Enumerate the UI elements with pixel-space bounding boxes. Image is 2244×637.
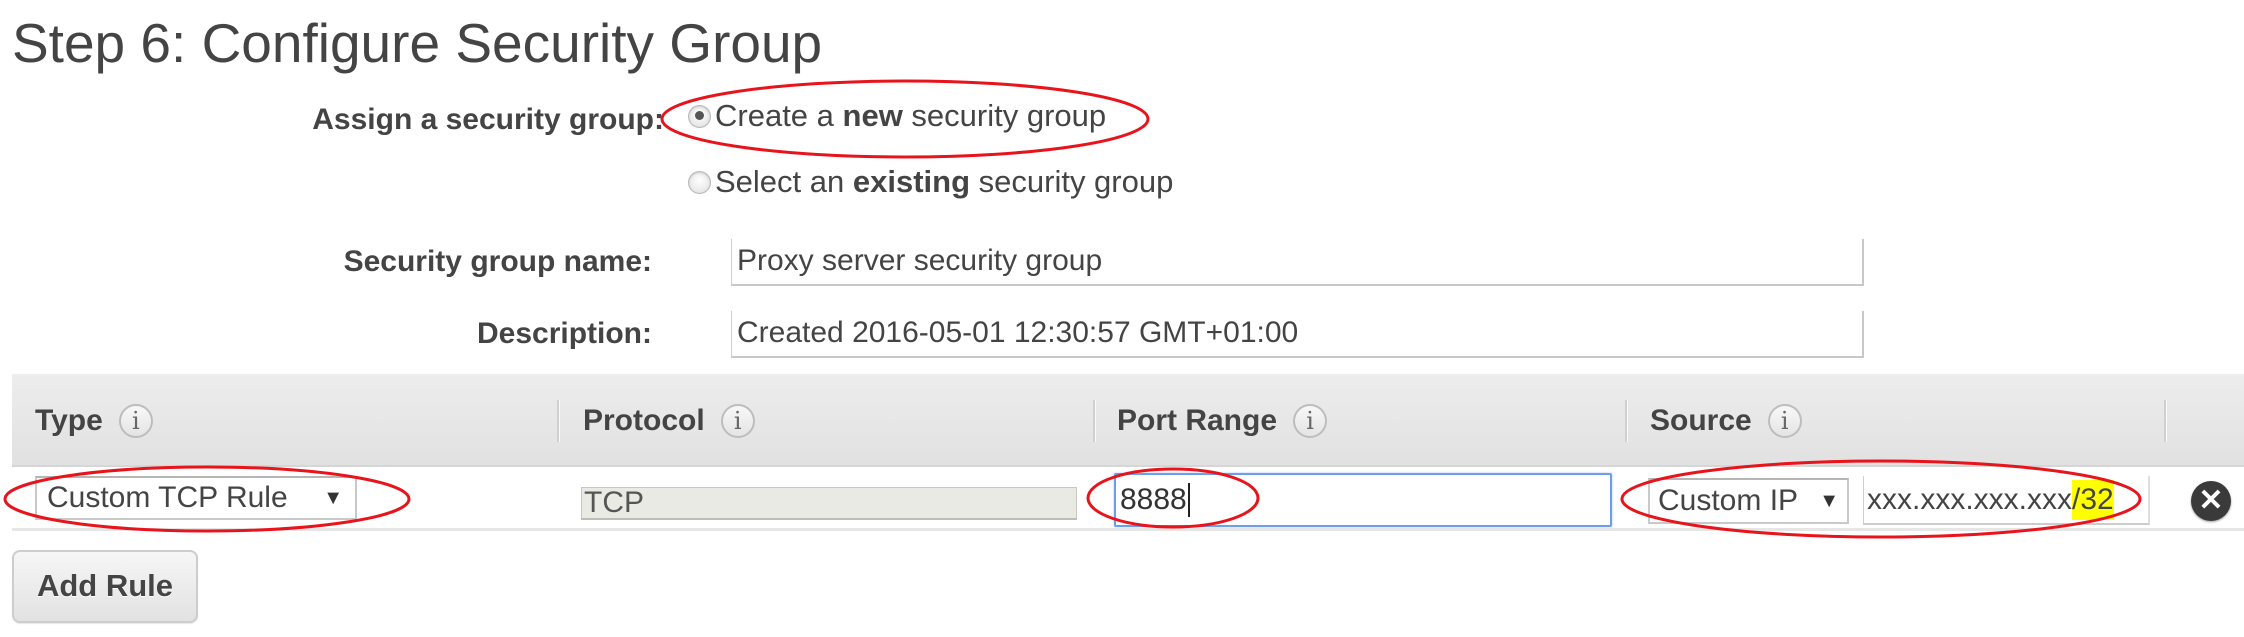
column-header-label: Protocol — [583, 403, 705, 437]
column-divider — [1625, 400, 1628, 442]
column-header-label: Source — [1650, 403, 1752, 437]
source-ip-cidr-highlight: /32 — [2072, 479, 2114, 520]
option-text: Create a — [715, 98, 843, 133]
column-header-source: Source i — [1650, 374, 1802, 467]
column-header-label: Port Range — [1117, 403, 1278, 437]
protocol-value: TCP — [584, 486, 644, 519]
info-icon[interactable]: i — [1767, 403, 1802, 438]
info-icon[interactable]: i — [118, 403, 153, 438]
source-type-value: Custom IP — [1658, 484, 1799, 517]
radio-select-existing[interactable]: Select an existing security group — [688, 164, 1173, 200]
radio-button-checked-icon[interactable] — [688, 104, 711, 128]
column-header-label: Type — [35, 403, 103, 437]
type-select-value: Custom TCP Rule — [47, 481, 288, 514]
text-cursor — [1187, 483, 1190, 517]
chevron-down-icon: ▼ — [323, 486, 343, 509]
source-ip-input[interactable]: xxx.xxx.xxx.xxx/32 — [1863, 476, 2150, 525]
column-header-protocol: Protocol i — [583, 374, 755, 467]
protocol-field: TCP — [581, 486, 1077, 520]
column-header-port-range: Port Range i — [1117, 374, 1328, 467]
info-icon[interactable]: i — [1293, 403, 1328, 438]
option-text: Select an — [715, 164, 853, 199]
description-label: Description: — [476, 317, 652, 350]
column-divider — [557, 400, 560, 442]
source-type-select[interactable]: Custom IP ▼ — [1648, 478, 1849, 524]
rules-table-header: Type i Protocol i Port Range i Source i — [12, 374, 2244, 467]
column-divider — [1093, 400, 1096, 442]
column-divider — [2164, 400, 2167, 442]
radio-create-new[interactable]: Create a new security group — [688, 98, 1106, 134]
option-text: security group — [902, 98, 1107, 133]
add-rule-button[interactable]: Add Rule — [12, 550, 198, 623]
option-text: security group — [970, 164, 1174, 199]
port-range-input[interactable]: 8888 — [1114, 473, 1612, 527]
chevron-down-icon: ▼ — [1819, 489, 1839, 512]
radio-select-existing-label: Select an existing security group — [715, 164, 1173, 200]
security-group-name-label: Security group name: — [343, 245, 652, 278]
option-text-bold: existing — [852, 164, 971, 199]
source-ip-value: xxx.xxx.xxx.xxx — [1867, 482, 2073, 516]
row-divider — [12, 528, 2244, 531]
column-header-type: Type i — [35, 374, 153, 467]
description-input[interactable]: Created 2016-05-01 12:30:57 GMT+01:00 — [731, 311, 1864, 358]
assign-security-group-label: Assign a security group: — [312, 103, 664, 136]
security-group-name-input[interactable]: Proxy server security group — [731, 239, 1864, 286]
radio-create-new-label: Create a new security group — [715, 98, 1106, 134]
remove-rule-icon[interactable]: ✕ — [2191, 481, 2231, 521]
type-select[interactable]: Custom TCP Rule ▼ — [35, 476, 357, 520]
port-range-value: 8888 — [1120, 483, 1187, 516]
page-title: Step 6: Configure Security Group — [12, 12, 823, 74]
option-text-bold: new — [842, 98, 903, 133]
radio-button-unchecked-icon[interactable] — [688, 170, 711, 194]
info-icon[interactable]: i — [720, 403, 755, 438]
